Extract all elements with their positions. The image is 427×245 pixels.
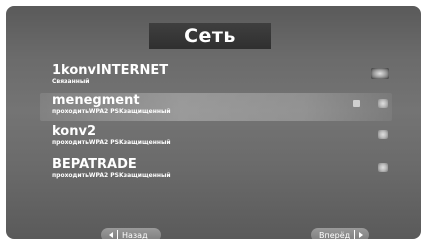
button-divider [354, 230, 356, 239]
network-item-bepatrade[interactable]: BEPATRADE проходитьWPA2 PSKзащищенный [46, 157, 388, 185]
network-item-menegment[interactable]: menegment проходитьWPA2 PSKзащищенный [40, 93, 392, 121]
button-divider [117, 230, 118, 239]
lock-icon [353, 100, 360, 107]
arrow-left-icon [109, 232, 113, 238]
forward-button[interactable]: Вперёд [311, 228, 369, 239]
back-button-label: Назад [122, 230, 148, 240]
back-button[interactable]: Назад [101, 228, 161, 239]
network-status: Связанный [52, 78, 90, 85]
network-name: konv2 [52, 124, 97, 139]
network-status: проходитьWPA2 PSKзащищенный [52, 172, 171, 179]
network-item-1konvinternet[interactable]: 1konvINTERNET Связанный [46, 63, 389, 91]
network-screen: Сеть 1konvINTERNET Связанный menegment п… [6, 6, 421, 239]
network-item-konv2[interactable]: konv2 проходитьWPA2 PSKзащищенный [46, 124, 388, 152]
page-title-text: Сеть [184, 25, 236, 47]
page-title: Сеть [149, 23, 271, 49]
network-status: проходитьWPA2 PSKзащищенный [52, 139, 171, 146]
arrow-right-icon [359, 232, 364, 238]
network-status: проходитьWPA2 PSKзащищенный [52, 108, 171, 115]
network-name: 1konvINTERNET [52, 63, 169, 78]
wifi-signal-icon [378, 99, 388, 108]
forward-button-label: Вперёд [319, 230, 351, 240]
connected-icon [371, 68, 389, 79]
wifi-signal-icon [378, 130, 388, 139]
network-name: BEPATRADE [52, 157, 137, 172]
network-name: menegment [52, 93, 140, 108]
wifi-signal-icon [378, 163, 388, 172]
